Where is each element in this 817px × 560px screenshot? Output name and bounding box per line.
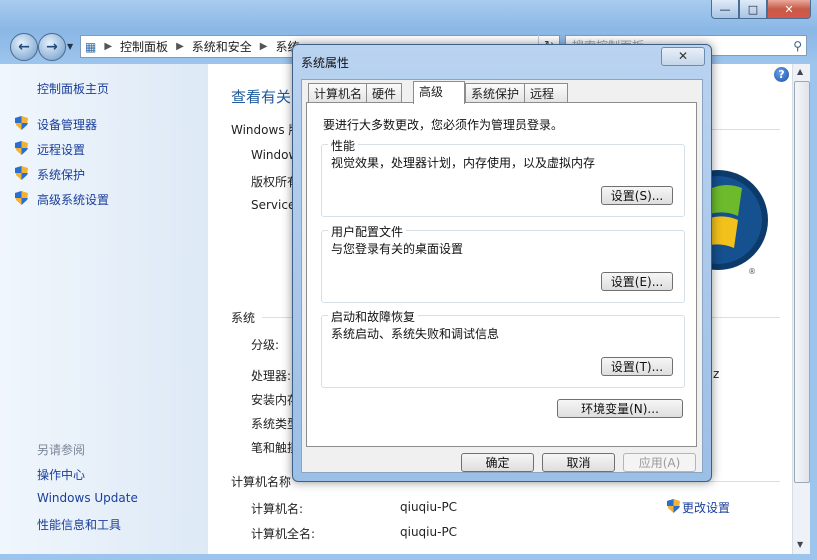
system-properties-dialog: 系统属性 ✕ 计算机名 硬件 高级 系统保护 远程 要进行大多数更改，您必须作为… bbox=[292, 44, 712, 482]
startup-recovery-settings-button[interactable]: 设置(T)... bbox=[601, 357, 673, 376]
back-arrow-icon[interactable]: ← bbox=[10, 33, 38, 61]
see-also-heading: 另请参阅 bbox=[37, 443, 86, 457]
sidebar-item-system-protection[interactable]: 系统保护 bbox=[37, 166, 85, 183]
computer-name-header: 计算机名称 bbox=[231, 475, 292, 489]
computer-name-value: qiuqiu-PC bbox=[400, 500, 458, 514]
admin-note: 要进行大多数更改，您必须作为管理员登录。 bbox=[323, 118, 564, 132]
rating-label: 分级: bbox=[251, 338, 280, 352]
performance-group: 性能 视觉效果，处理器计划，内存使用，以及虚拟内存 设置(S)... bbox=[321, 137, 685, 217]
processor-label: 处理器: bbox=[251, 369, 292, 383]
user-profiles-group: 用户配置文件 与您登录有关的桌面设置 设置(E)... bbox=[321, 223, 685, 303]
dialog-title: 系统属性 bbox=[301, 56, 350, 70]
performance-settings-button[interactable]: 设置(S)... bbox=[601, 186, 673, 205]
shield-icon bbox=[15, 191, 28, 205]
close-button[interactable]: ✕ bbox=[767, 0, 811, 19]
maximize-button[interactable]: □ bbox=[739, 0, 767, 19]
shield-icon bbox=[15, 141, 28, 155]
shield-icon bbox=[15, 166, 28, 180]
startup-recovery-group: 启动和故障恢复 系统启动、系统失败和调试信息 设置(T)... bbox=[321, 308, 685, 388]
service-pack-line: Service bbox=[251, 198, 296, 212]
full-name-value: qiuqiu-PC bbox=[400, 525, 458, 539]
sidebar-item-home[interactable]: 控制面板主页 bbox=[37, 80, 109, 97]
full-name-label: 计算机全名: bbox=[251, 527, 316, 541]
tab-remote[interactable]: 远程 bbox=[524, 83, 568, 102]
performance-desc: 视觉效果，处理器计划，内存使用，以及虚拟内存 bbox=[331, 156, 596, 170]
breadcrumb-separator-icon[interactable]: ▶ bbox=[104, 41, 112, 52]
task-pane bbox=[0, 64, 208, 554]
shield-icon bbox=[15, 116, 28, 130]
breadcrumb-separator-icon[interactable]: ▶ bbox=[260, 41, 268, 52]
help-icon[interactable]: ? bbox=[774, 67, 789, 82]
window-controls: — □ ✕ bbox=[711, 0, 811, 19]
scrollbar-thumb[interactable] bbox=[794, 81, 810, 483]
page-title: 查看有关 bbox=[231, 88, 292, 106]
scroll-up-icon[interactable]: ▲ bbox=[797, 67, 803, 76]
computer-name-label: 计算机名: bbox=[251, 502, 304, 516]
shield-icon bbox=[667, 499, 680, 513]
see-also-action-center[interactable]: 操作中心 bbox=[37, 466, 85, 483]
sidebar-item-remote-settings[interactable]: 远程设置 bbox=[37, 141, 85, 158]
see-also-performance-tools[interactable]: 性能信息和工具 bbox=[37, 516, 121, 533]
user-profiles-desc: 与您登录有关的桌面设置 bbox=[331, 242, 464, 256]
system-header: 系统 bbox=[231, 311, 256, 325]
apply-button[interactable]: 应用(A) bbox=[623, 453, 696, 472]
forward-arrow-icon[interactable]: → bbox=[38, 33, 66, 61]
tab-advanced[interactable]: 高级 bbox=[413, 81, 465, 104]
see-also-windows-update[interactable]: Windows Update bbox=[37, 491, 138, 505]
user-profiles-title: 用户配置文件 bbox=[328, 223, 407, 240]
ok-button[interactable]: 确定 bbox=[461, 453, 534, 472]
breadcrumb-separator-icon[interactable]: ▶ bbox=[176, 41, 184, 52]
startup-recovery-title: 启动和故障恢复 bbox=[328, 308, 419, 325]
control-panel-icon: ▦ bbox=[85, 39, 97, 54]
user-profiles-settings-button[interactable]: 设置(E)... bbox=[601, 272, 673, 291]
dialog-close-button[interactable]: ✕ bbox=[661, 47, 705, 66]
breadcrumb-control-panel[interactable]: 控制面板 bbox=[120, 38, 168, 55]
performance-title: 性能 bbox=[328, 137, 359, 154]
sidebar-item-advanced-settings[interactable]: 高级系统设置 bbox=[37, 191, 109, 208]
svg-text:®: ® bbox=[748, 267, 756, 276]
scroll-down-icon[interactable]: ▼ bbox=[797, 540, 803, 549]
tab-computer-name[interactable]: 计算机名 bbox=[308, 83, 369, 102]
environment-variables-button[interactable]: 环境变量(N)... bbox=[557, 399, 683, 418]
sidebar-item-device-manager[interactable]: 设备管理器 bbox=[37, 116, 97, 133]
tab-hardware[interactable]: 硬件 bbox=[366, 83, 403, 102]
change-settings-link[interactable]: 更改设置 bbox=[682, 499, 730, 516]
breadcrumb-system-security[interactable]: 系统和安全 bbox=[192, 38, 252, 55]
vertical-scrollbar[interactable]: ▲ ▼ bbox=[792, 64, 810, 554]
cancel-button[interactable]: 取消 bbox=[542, 453, 615, 472]
startup-recovery-desc: 系统启动、系统失败和调试信息 bbox=[331, 327, 500, 341]
advanced-tab-panel: 要进行大多数更改，您必须作为管理员登录。 性能 视觉效果，处理器计划，内存使用，… bbox=[306, 102, 697, 447]
minimize-button[interactable]: — bbox=[711, 0, 739, 19]
search-icon[interactable]: ⚲ bbox=[793, 36, 802, 57]
tab-system-protection[interactable]: 系统保护 bbox=[465, 83, 526, 102]
history-dropdown-icon[interactable]: ▼ bbox=[67, 42, 73, 51]
